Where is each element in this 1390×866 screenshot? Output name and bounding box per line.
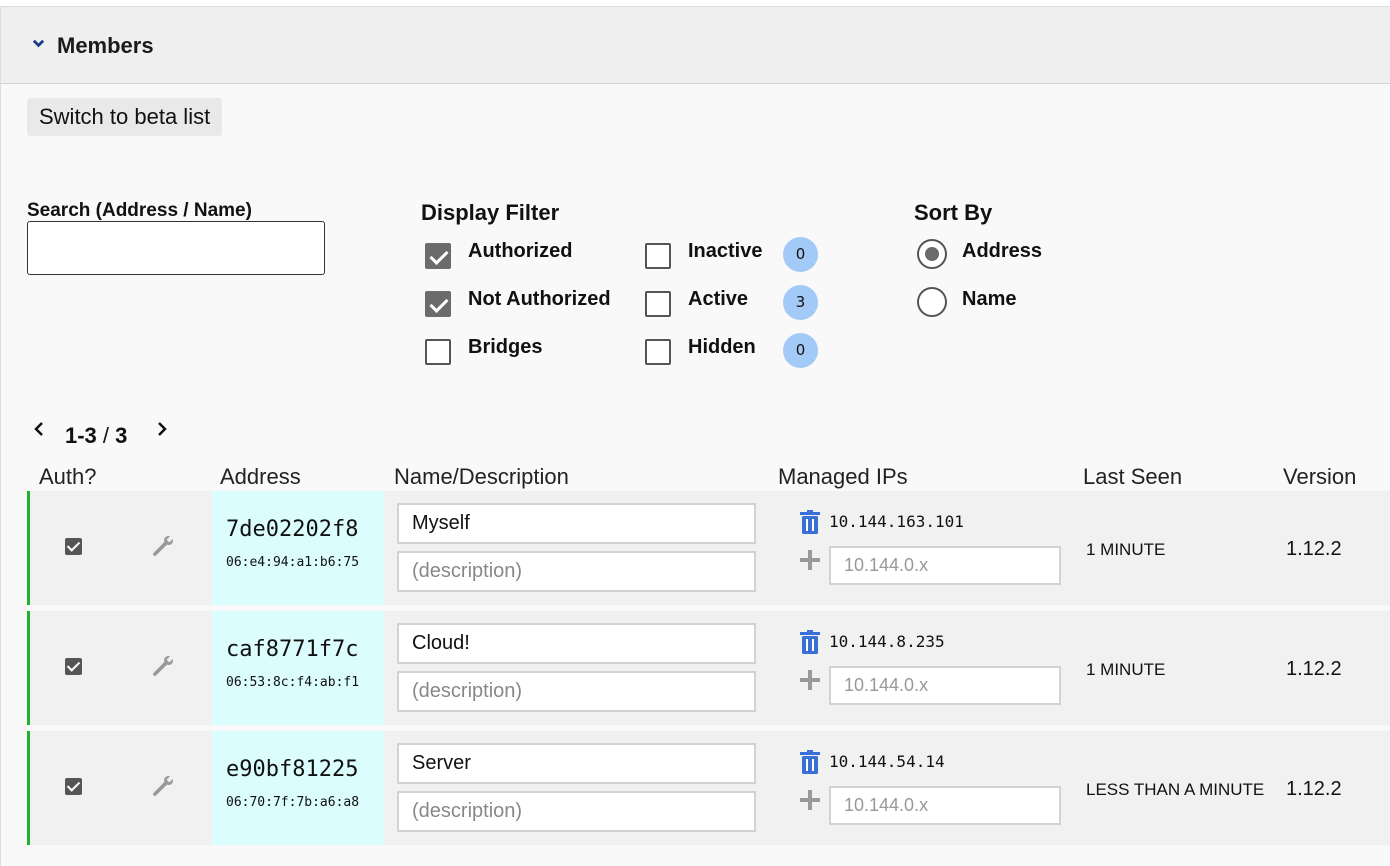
member-mac: 06:53:8c:f4:ab:f1	[226, 675, 360, 690]
inactive-checkbox[interactable]	[645, 243, 671, 269]
last-seen: LESS THAN A MINUTE	[1086, 780, 1265, 799]
col-version[interactable]: Version	[1283, 464, 1356, 490]
col-last-seen[interactable]: Last Seen	[1083, 464, 1182, 490]
col-name[interactable]: Name/Description	[394, 464, 569, 490]
member-address: 7de02202f8	[226, 517, 359, 542]
not-authorized-checkbox[interactable]	[425, 291, 451, 317]
chevron-left-icon[interactable]	[33, 421, 45, 437]
member-mac: 06:70:7f:7b:a6:a8	[226, 795, 360, 810]
members-panel: Members Switch to beta list Search (Addr…	[0, 6, 1390, 866]
pager-text: 1-3 / 3	[65, 423, 127, 449]
sort-by-title: Sort By	[914, 200, 993, 225]
trash-icon[interactable]	[800, 750, 820, 774]
name-input[interactable]: Myself	[397, 503, 756, 544]
auth-checkbox[interactable]	[65, 778, 82, 795]
name-input[interactable]: Server	[397, 743, 756, 784]
sort-name-radio[interactable]	[917, 287, 947, 317]
bridges-label: Bridges	[468, 336, 543, 358]
chevron-right-icon[interactable]	[156, 421, 168, 437]
last-seen: 1 MINUTE	[1086, 660, 1166, 679]
inactive-label: Inactive	[688, 240, 763, 262]
name-input[interactable]: Cloud!	[397, 623, 756, 664]
add-ip-input[interactable]: 10.144.0.x	[829, 546, 1061, 585]
col-managed-ips[interactable]: Managed IPs	[778, 464, 908, 490]
trash-icon[interactable]	[800, 510, 820, 534]
col-address[interactable]: Address	[220, 464, 301, 490]
display-filter-title: Display Filter	[421, 200, 560, 225]
wrench-icon[interactable]	[150, 773, 176, 799]
active-checkbox[interactable]	[645, 291, 671, 317]
address-cell: caf8771f7c 06:53:8c:f4:ab:f1	[212, 611, 384, 725]
auth-checkbox[interactable]	[65, 538, 82, 555]
chevron-down-icon[interactable]	[32, 37, 45, 50]
hidden-count-badge: 0	[783, 333, 818, 368]
member-address: e90bf81225	[226, 757, 359, 782]
member-address: caf8771f7c	[226, 637, 359, 662]
inactive-count-badge: 0	[783, 237, 818, 272]
version: 1.12.2	[1286, 658, 1342, 680]
panel-header[interactable]: Members	[1, 7, 1390, 84]
sort-address-radio[interactable]	[917, 239, 947, 269]
managed-ip: 10.144.8.235	[829, 632, 945, 651]
bridges-checkbox[interactable]	[425, 339, 451, 365]
search-input[interactable]	[27, 221, 325, 275]
active-label: Active	[688, 288, 749, 310]
hidden-checkbox[interactable]	[645, 339, 671, 365]
active-count-badge: 3	[783, 285, 818, 320]
pager-separator: /	[102, 423, 110, 448]
not-authorized-label: Not Authorized	[468, 288, 611, 310]
sort-name-label: Name	[962, 288, 1017, 310]
plus-icon[interactable]	[799, 549, 821, 571]
description-input[interactable]: (description)	[397, 671, 756, 712]
managed-ip: 10.144.54.14	[829, 752, 945, 771]
table-row: e90bf81225 06:70:7f:7b:a6:a8 Server (des…	[27, 731, 1390, 845]
authorized-checkbox[interactable]	[425, 243, 451, 269]
table-row: 7de02202f8 06:e4:94:a1:b6:75 Myself (des…	[27, 491, 1390, 605]
last-seen: 1 MINUTE	[1086, 540, 1166, 559]
panel-title: Members	[57, 33, 154, 58]
trash-icon[interactable]	[800, 630, 820, 654]
hidden-label: Hidden	[688, 336, 756, 358]
table-row: caf8771f7c 06:53:8c:f4:ab:f1 Cloud! (des…	[27, 611, 1390, 725]
member-mac: 06:e4:94:a1:b6:75	[226, 555, 360, 570]
description-input[interactable]: (description)	[397, 551, 756, 592]
add-ip-input[interactable]: 10.144.0.x	[829, 666, 1061, 705]
plus-icon[interactable]	[799, 789, 821, 811]
switch-to-beta-button[interactable]: Switch to beta list	[27, 98, 223, 136]
search-label: Search (Address / Name)	[27, 200, 252, 221]
managed-ip: 10.144.163.101	[829, 512, 964, 531]
add-ip-input[interactable]: 10.144.0.x	[829, 786, 1061, 825]
col-auth[interactable]: Auth?	[39, 464, 97, 490]
pager-total: 3	[115, 423, 128, 448]
pager-range: 1-3	[65, 423, 97, 448]
wrench-icon[interactable]	[150, 533, 176, 559]
version: 1.12.2	[1286, 778, 1342, 800]
authorized-label: Authorized	[468, 240, 573, 262]
address-cell: 7de02202f8 06:e4:94:a1:b6:75	[212, 491, 384, 605]
description-input[interactable]: (description)	[397, 791, 756, 832]
plus-icon[interactable]	[799, 669, 821, 691]
auth-checkbox[interactable]	[65, 658, 82, 675]
version: 1.12.2	[1286, 538, 1342, 560]
sort-address-label: Address	[962, 240, 1043, 262]
address-cell: e90bf81225 06:70:7f:7b:a6:a8	[212, 731, 384, 845]
wrench-icon[interactable]	[150, 653, 176, 679]
